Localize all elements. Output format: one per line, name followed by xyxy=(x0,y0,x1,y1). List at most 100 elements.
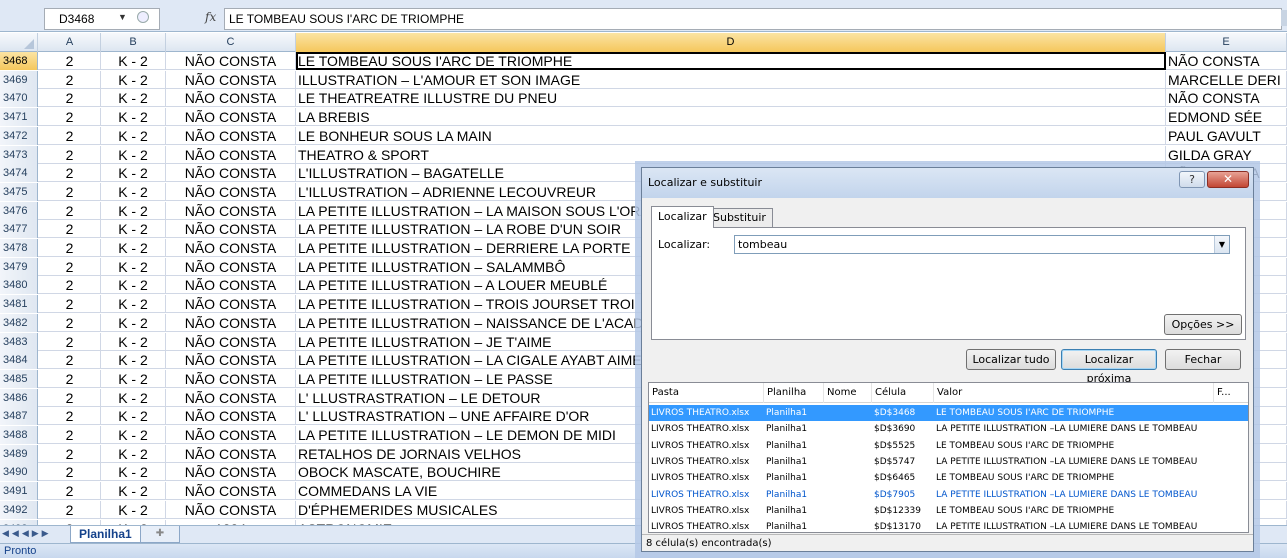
cell-e[interactable]: MARCELLE DERI xyxy=(1166,70,1287,89)
cell-c[interactable]: NÃO CONSTA xyxy=(166,70,296,89)
cell-b[interactable]: K - 2 xyxy=(101,388,166,407)
row-header[interactable]: 3480 xyxy=(0,276,38,295)
cell-a[interactable]: 2 xyxy=(39,182,101,201)
find-history-dropdown-icon[interactable]: ▼ xyxy=(1214,236,1229,253)
sheet-tab-planilha1[interactable]: Planilha1 xyxy=(70,526,141,543)
cell-b[interactable]: K - 2 xyxy=(101,89,166,108)
result-row[interactable]: LIVROS THEATRO.xlsx Planilha1 $D$3468 LE TO… xyxy=(649,405,1248,421)
cell-b[interactable]: K - 2 xyxy=(101,351,166,370)
cell-a[interactable]: 2 xyxy=(39,313,101,332)
cell-c[interactable]: NÃO CONSTA xyxy=(166,295,296,314)
result-row[interactable]: LIVROS THEATRO.xlsx Planilha1 $D$13170 LA P… xyxy=(649,519,1248,532)
results-header-planilha[interactable]: Planilha xyxy=(764,383,824,403)
cell-b[interactable]: K - 2 xyxy=(101,407,166,426)
row-header[interactable]: 3481 xyxy=(0,295,38,314)
cell-a[interactable]: 2 xyxy=(39,257,101,276)
results-header-pasta[interactable]: Pasta xyxy=(649,383,764,403)
cell-b[interactable]: K - 2 xyxy=(101,126,166,145)
cell-b[interactable]: K - 2 xyxy=(101,500,166,519)
cell-c[interactable]: NÃO CONSTA xyxy=(166,369,296,388)
column-header-d[interactable]: D xyxy=(296,33,1166,52)
row-header[interactable]: 3477 xyxy=(0,220,38,239)
results-list[interactable]: Pasta Planilha Nome Célula Valor F... LI… xyxy=(648,382,1249,533)
row-header[interactable]: 3479 xyxy=(0,257,38,276)
cell-a[interactable]: 2 xyxy=(39,220,101,239)
cell-b[interactable]: K - 2 xyxy=(101,239,166,257)
cell-c[interactable]: NÃO CONSTA xyxy=(166,313,296,332)
result-row[interactable]: LIVROS THEATRO.xlsx Planilha1 $D$5747 LA PE… xyxy=(649,454,1248,470)
cell-c[interactable]: NÃO CONSTA xyxy=(166,351,296,370)
cell-c[interactable]: NÃO CONSTA xyxy=(166,220,296,239)
cell-a[interactable]: 2 xyxy=(39,426,101,444)
cell-c[interactable]: NÃO CONSTA xyxy=(166,145,296,164)
cell-a[interactable]: 2 xyxy=(39,126,101,145)
cell-b[interactable]: K - 2 xyxy=(101,201,166,220)
cell-a[interactable]: 2 xyxy=(39,164,101,183)
row-header[interactable]: 3484 xyxy=(0,351,38,370)
close-icon[interactable]: ✕ xyxy=(1207,171,1249,188)
cell-b[interactable]: K - 2 xyxy=(101,313,166,332)
row-header[interactable]: 3490 xyxy=(0,463,38,482)
cell-e[interactable]: NÃO CONSTA xyxy=(1166,89,1287,108)
row-header[interactable]: 3485 xyxy=(0,369,38,388)
cell-b[interactable]: K - 2 xyxy=(101,332,166,351)
help-button[interactable]: ? xyxy=(1179,171,1205,188)
result-row[interactable]: LIVROS THEATRO.xlsx Planilha1 $D$6465 LE TO… xyxy=(649,470,1248,486)
cell-c[interactable]: NÃO CONSTA xyxy=(166,239,296,257)
find-next-button[interactable]: Localizar próxima xyxy=(1061,349,1157,385)
cell-c[interactable]: NÃO CONSTA xyxy=(166,276,296,295)
cancel-circle-icon[interactable] xyxy=(137,11,149,23)
tab-replace[interactable]: Substituir xyxy=(706,208,773,228)
cell-c[interactable]: NÃO CONSTA xyxy=(166,388,296,407)
cell-b[interactable]: K - 2 xyxy=(101,52,166,70)
cell-a[interactable]: 2 xyxy=(39,201,101,220)
cell-c[interactable]: NÃO CONSTA xyxy=(166,164,296,183)
formula-bar-expand[interactable] xyxy=(1281,10,1287,26)
cell-a[interactable]: 2 xyxy=(39,52,101,70)
cell-b[interactable]: K - 2 xyxy=(101,426,166,444)
row-header[interactable]: 3475 xyxy=(0,182,38,201)
close-button[interactable]: Fechar xyxy=(1165,349,1241,370)
cell-a[interactable]: 2 xyxy=(39,463,101,482)
cell-a[interactable]: 2 xyxy=(39,145,101,164)
cell-b[interactable]: K - 2 xyxy=(101,145,166,164)
cell-c[interactable]: NÃO CONSTA xyxy=(166,126,296,145)
cell-c[interactable]: NÃO CONSTA xyxy=(166,463,296,482)
row-header[interactable]: 3487 xyxy=(0,407,38,426)
cell-d[interactable]: LA BREBIS xyxy=(296,108,1166,127)
result-row[interactable]: LIVROS THEATRO.xlsx Planilha1 $D$5525 LE TO… xyxy=(649,438,1248,454)
tab-find[interactable]: Localizar xyxy=(651,206,714,228)
cell-a[interactable]: 2 xyxy=(39,500,101,519)
cell-a[interactable]: 2 xyxy=(39,369,101,388)
cell-d[interactable]: LE TOMBEAU SOUS I'ARC DE TRIOMPHE xyxy=(296,52,1166,70)
cell-b[interactable]: K - 2 xyxy=(101,70,166,89)
formula-input[interactable]: LE TOMBEAU SOUS I'ARC DE TRIOMPHE xyxy=(224,8,1282,30)
column-header-a[interactable]: A xyxy=(39,33,101,52)
cell-c[interactable]: NÃO CONSTA xyxy=(166,444,296,463)
cell-e[interactable]: EDMOND SÉE xyxy=(1166,108,1287,127)
cell-a[interactable]: 2 xyxy=(39,444,101,463)
row-header[interactable]: 3491 xyxy=(0,482,38,501)
insert-sheet-icon[interactable]: ✚ xyxy=(140,526,180,543)
cell-e[interactable]: PAUL GAVULT xyxy=(1166,126,1287,145)
row-header[interactable]: 3471 xyxy=(0,108,38,127)
cell-c[interactable]: NÃO CONSTA xyxy=(166,108,296,127)
cell-b[interactable]: K - 2 xyxy=(101,182,166,201)
sheet-nav-arrows-icon[interactable]: ◀◀◀▶▶ xyxy=(2,528,52,539)
find-input[interactable]: tombeau ▼ xyxy=(734,235,1230,254)
row-header[interactable]: 3468 xyxy=(0,52,38,70)
row-header[interactable]: 3492 xyxy=(0,500,38,519)
cell-b[interactable]: K - 2 xyxy=(101,108,166,127)
result-row[interactable]: LIVROS THEATRO.xlsx Planilha1 $D$7905 LA PE… xyxy=(649,487,1248,503)
row-header[interactable]: 3489 xyxy=(0,444,38,463)
row-header[interactable]: 3473 xyxy=(0,145,38,164)
cell-a[interactable]: 2 xyxy=(39,70,101,89)
cell-b[interactable]: K - 2 xyxy=(101,444,166,463)
cell-a[interactable]: 2 xyxy=(39,388,101,407)
result-row[interactable]: LIVROS THEATRO.xlsx Planilha1 $D$3690 LA PE… xyxy=(649,421,1248,437)
row-header[interactable]: 3482 xyxy=(0,313,38,332)
cell-c[interactable]: NÃO CONSTA xyxy=(166,201,296,220)
cell-b[interactable]: K - 2 xyxy=(101,369,166,388)
result-row[interactable]: LIVROS THEATRO.xlsx Planilha1 $D$12339 LE T… xyxy=(649,503,1248,519)
cell-b[interactable]: K - 2 xyxy=(101,257,166,276)
